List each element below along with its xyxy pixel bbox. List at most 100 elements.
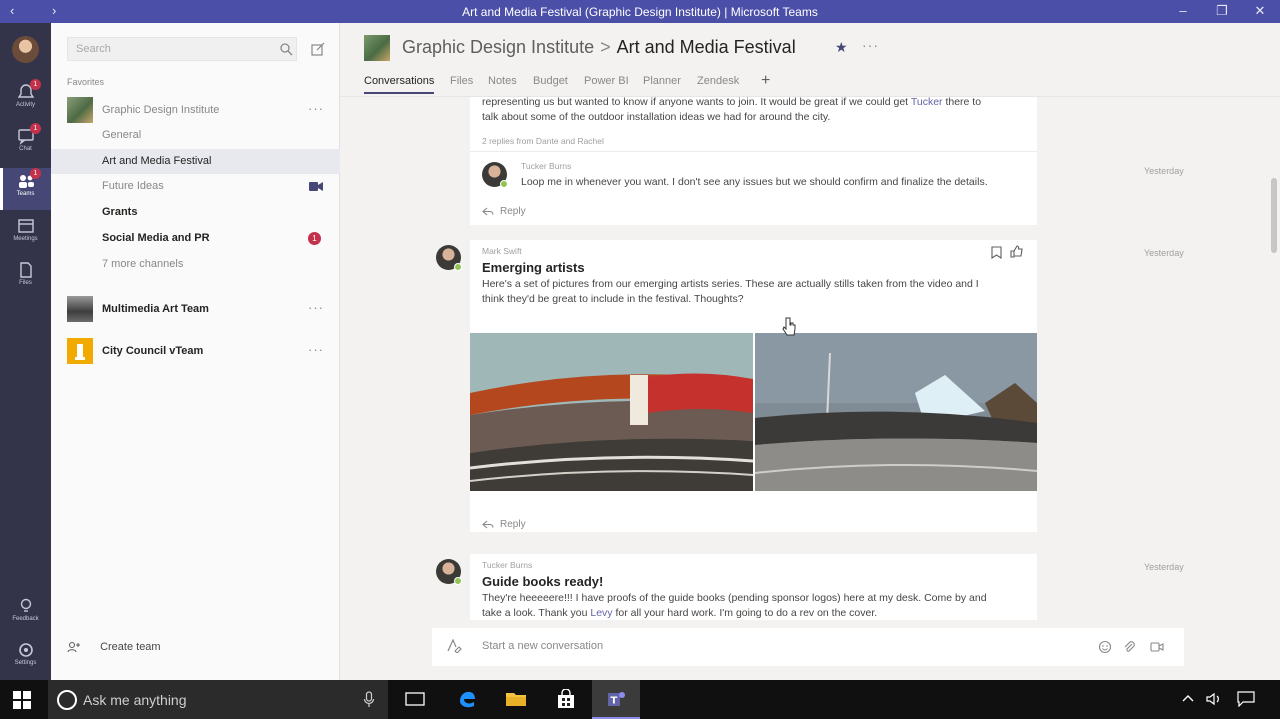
teams-app-icon: T — [608, 692, 625, 707]
team-multimedia-art-team[interactable]: Multimedia Art Team ··· — [51, 295, 340, 325]
edge-taskbar-button[interactable] — [443, 680, 491, 719]
rail-feedback[interactable]: Feedback — [0, 593, 51, 635]
calendar-icon — [17, 219, 34, 233]
message-thread: Mark Swift Emerging artists Here's a set… — [470, 240, 1037, 532]
attached-image[interactable] — [755, 333, 1037, 491]
cortana-search-text: Ask me anything — [83, 692, 187, 708]
folder-icon — [506, 693, 526, 706]
team-logo — [67, 296, 93, 322]
reply-label: Reply — [500, 519, 526, 530]
bookmark-icon[interactable] — [991, 246, 1002, 259]
team-name: City Council vTeam — [102, 345, 204, 357]
restore-icon[interactable]: ❐ — [1212, 3, 1232, 19]
tab-power-bi[interactable]: Power BI — [584, 75, 629, 87]
create-team-button[interactable]: Create team — [67, 641, 161, 653]
team-city-council-vteam[interactable]: City Council vTeam ··· — [51, 337, 340, 367]
more-options-icon[interactable]: ··· — [862, 37, 879, 53]
close-icon[interactable]: ✕ — [1250, 3, 1270, 19]
timestamp: Yesterday — [1144, 562, 1184, 572]
tab-budget[interactable]: Budget — [533, 75, 568, 87]
file-explorer-taskbar-button[interactable] — [492, 680, 540, 719]
more-options-icon[interactable]: ··· — [308, 101, 324, 116]
rail-activity[interactable]: Activity 1 — [0, 79, 51, 121]
more-channels-link[interactable]: 7 more channels — [51, 252, 340, 277]
user-avatar[interactable] — [12, 36, 39, 63]
team-graphic-design-institute[interactable]: Graphic Design Institute ··· — [51, 95, 340, 125]
rail-meetings[interactable]: Meetings — [0, 213, 51, 255]
message-thread: Tucker Burns Guide books ready! They're … — [470, 554, 1037, 620]
tab-planner[interactable]: Planner — [643, 75, 681, 87]
tab-conversations[interactable]: Conversations — [364, 75, 435, 94]
feed-scrollbar[interactable] — [1271, 178, 1277, 253]
message-text: talk about some of the outdoor installat… — [482, 111, 831, 123]
channel-future-ideas[interactable]: Future Ideas — [51, 174, 340, 199]
more-options-icon[interactable]: ··· — [308, 342, 324, 357]
tab-zendesk[interactable]: Zendesk — [697, 75, 739, 87]
more-options-icon[interactable]: ··· — [308, 300, 324, 315]
task-view-button[interactable] — [391, 680, 439, 719]
volume-icon[interactable] — [1206, 691, 1222, 707]
breadcrumb: Graphic Design Institute > Art and Media F… — [402, 37, 796, 58]
message-author: Mark Swift — [482, 246, 522, 256]
like-icon[interactable] — [1010, 245, 1023, 258]
chevron-up-icon[interactable] — [1181, 691, 1195, 707]
replies-summary[interactable]: 2 replies from Dante and Rachel — [482, 136, 604, 146]
microphone-icon[interactable] — [363, 691, 375, 708]
add-tab-button[interactable]: + — [761, 72, 770, 90]
add-team-icon — [67, 642, 80, 653]
team-name: Graphic Design Institute — [102, 104, 220, 116]
attached-image[interactable] — [470, 333, 753, 491]
teams-taskbar-button[interactable]: T — [592, 680, 640, 719]
chat-badge: 1 — [30, 123, 41, 134]
timestamp: Yesterday — [1144, 248, 1184, 258]
channel-label: Social Media and PR — [102, 232, 210, 244]
emoji-icon[interactable] — [1098, 640, 1112, 654]
avatar[interactable] — [436, 245, 462, 271]
mention-link[interactable]: Levy — [590, 607, 612, 619]
app-rail: Activity 1 Chat 1 Teams 1 Meetings Files… — [0, 23, 51, 680]
cortana-icon — [57, 690, 77, 710]
breadcrumb-team[interactable]: Graphic Design Institute — [402, 37, 594, 57]
channel-pane: Search Favorites Graphic Design Institut… — [51, 23, 340, 680]
divider — [470, 151, 1037, 152]
channel-grants[interactable]: Grants — [51, 200, 340, 225]
notifications-icon[interactable] — [1237, 691, 1255, 707]
channel-header: Graphic Design Institute > Art and Media F… — [340, 23, 1280, 97]
reply-button[interactable]: Reply — [482, 206, 526, 217]
format-icon[interactable] — [446, 639, 462, 653]
rail-teams[interactable]: Teams 1 — [0, 168, 51, 210]
rail-settings[interactable]: Settings — [0, 637, 51, 679]
windows-start-icon[interactable] — [13, 691, 31, 709]
rail-chat[interactable]: Chat 1 — [0, 123, 51, 165]
reply-button[interactable]: Reply — [482, 519, 526, 530]
favorite-star-icon[interactable]: ★ — [835, 39, 848, 56]
compose-icon[interactable] — [310, 41, 326, 57]
rail-files[interactable]: Files — [0, 257, 51, 299]
tab-files[interactable]: Files — [450, 75, 473, 87]
meet-now-icon[interactable] — [1150, 640, 1164, 654]
store-taskbar-button[interactable] — [542, 680, 590, 719]
gear-icon — [18, 643, 33, 657]
avatar[interactable] — [482, 162, 508, 188]
attach-icon[interactable] — [1122, 640, 1136, 654]
timestamp: Yesterday — [1144, 166, 1184, 176]
composer-input[interactable]: Start a new conversation — [482, 640, 603, 652]
new-conversation-composer[interactable]: Start a new conversation — [432, 628, 1184, 666]
cortana-search-box[interactable]: Ask me anything — [48, 680, 388, 719]
channel-art-and-media-festival[interactable]: Art and Media Festival — [51, 149, 340, 174]
title-bar: ‹ › Art and Media Festival (Graphic Desi… — [0, 0, 1280, 23]
building-icon — [75, 344, 85, 360]
channel-social-media-and-pr[interactable]: Social Media and PR 1 — [51, 226, 340, 251]
message-text: Here's a set of pictures from our emergi… — [482, 278, 979, 290]
presence-dot — [454, 263, 462, 271]
search-icon[interactable] — [279, 42, 293, 56]
mention-link[interactable]: Tucker — [911, 97, 943, 108]
search-input[interactable]: Search — [67, 37, 297, 61]
presence-dot — [454, 577, 462, 585]
task-view-icon — [405, 692, 425, 706]
avatar[interactable] — [436, 559, 462, 585]
message-body: Here's a set of pictures from our emergi… — [482, 277, 1030, 307]
tab-notes[interactable]: Notes — [488, 75, 517, 87]
minimize-icon[interactable]: – — [1173, 3, 1193, 18]
channel-general[interactable]: General — [51, 123, 340, 148]
